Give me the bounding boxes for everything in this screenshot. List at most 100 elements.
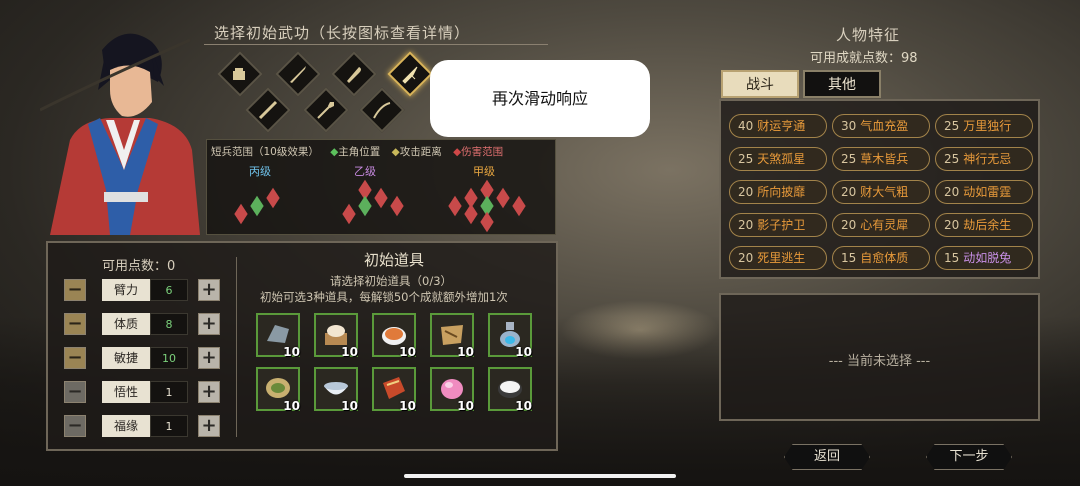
panel-divider bbox=[236, 257, 237, 437]
dagger-icon bbox=[402, 66, 418, 84]
trait-chip[interactable]: 15 自愈体质 bbox=[832, 246, 930, 270]
item-slot[interactable]: 10 bbox=[488, 313, 532, 359]
luck-plus-button[interactable]: + bbox=[198, 415, 220, 437]
trait-chip[interactable]: 25 万里独行 bbox=[935, 114, 1033, 138]
detail-placeholder: --- 当前未选择 --- bbox=[828, 354, 931, 369]
trait-name: 动如脱兔 bbox=[963, 251, 1012, 265]
home-indicator[interactable] bbox=[404, 474, 676, 478]
luck-value: 1 bbox=[150, 415, 188, 437]
trait-chip[interactable]: 25 天煞孤星 bbox=[729, 147, 827, 171]
trait-chip[interactable]: 20 影子护卫 bbox=[729, 213, 827, 237]
agility-label: 敏捷 bbox=[102, 347, 150, 369]
tab-other[interactable]: 其他 bbox=[803, 70, 881, 98]
item-slot[interactable]: 10 bbox=[256, 367, 300, 413]
strength-value: 6 bbox=[150, 279, 188, 301]
item-slot[interactable]: 10 bbox=[372, 367, 416, 413]
item-count: 10 bbox=[515, 399, 532, 413]
comprehension-label: 悟性 bbox=[102, 381, 150, 403]
trait-chip[interactable]: 15 动如脱兔 bbox=[935, 246, 1033, 270]
staff-icon bbox=[258, 100, 278, 120]
trait-chip[interactable]: 20 心有灵犀 bbox=[832, 213, 930, 237]
tab-combat[interactable]: 战斗 bbox=[721, 70, 799, 98]
trait-chip[interactable]: 25 神行无忌 bbox=[935, 147, 1033, 171]
trait-chip[interactable]: 40 财运亨通 bbox=[729, 114, 827, 138]
legend-self-pos-label: 主角位置 bbox=[338, 146, 381, 158]
trait-chip[interactable]: 20 劫后余生 bbox=[935, 213, 1033, 237]
item-slot[interactable]: 10 bbox=[430, 367, 474, 413]
trait-name: 天煞孤星 bbox=[757, 152, 806, 166]
skill-dagger-selected[interactable] bbox=[387, 51, 433, 97]
trait-name: 财运亨通 bbox=[757, 119, 806, 133]
trait-cost: 25 bbox=[738, 152, 754, 166]
item-slot[interactable]: 10 bbox=[314, 313, 358, 359]
legend-dmg-range-label: 伤害范围 bbox=[461, 146, 504, 158]
skills-panel-title: 选择初始武功（长按图标查看详情） bbox=[214, 24, 471, 42]
trait-name: 自愈体质 bbox=[860, 251, 909, 265]
items-title: 初始道具 bbox=[364, 251, 425, 269]
range-cell bbox=[390, 195, 404, 217]
trait-cost: 20 bbox=[944, 185, 960, 199]
trait-cost: 20 bbox=[738, 218, 754, 232]
range-cell bbox=[374, 187, 388, 209]
spear-icon bbox=[317, 102, 334, 119]
available-points-label: 可用点数：0 bbox=[102, 259, 176, 274]
next-button[interactable]: 下一步 bbox=[926, 444, 1012, 470]
legend-dmg-range: ◆伤害范围 bbox=[453, 146, 503, 158]
trait-name: 气血充盈 bbox=[860, 119, 909, 133]
skill-whip[interactable] bbox=[359, 87, 405, 133]
achievement-points: 可用成就点数：98 bbox=[810, 51, 918, 66]
item-slot[interactable]: 10 bbox=[372, 313, 416, 359]
skill-blade[interactable] bbox=[331, 51, 377, 97]
trait-name: 劫后余生 bbox=[963, 218, 1012, 232]
legend-atk-dist: ◆攻击距离 bbox=[392, 146, 442, 158]
comprehension-plus-button[interactable]: + bbox=[198, 381, 220, 403]
agility-plus-button[interactable]: + bbox=[198, 347, 220, 369]
skill-fist[interactable] bbox=[217, 51, 263, 97]
traits-title: 人物特征 bbox=[836, 26, 901, 44]
item-slot[interactable]: 10 bbox=[430, 313, 474, 359]
comprehension-minus-button[interactable]: − bbox=[64, 381, 86, 403]
agility-minus-button[interactable]: − bbox=[64, 347, 86, 369]
item-count: 10 bbox=[341, 399, 358, 413]
yellow-diamond-icon: ◆ bbox=[391, 146, 400, 158]
trait-name: 草木皆兵 bbox=[860, 152, 909, 166]
item-count: 10 bbox=[283, 345, 300, 359]
legend-atk-dist-label: 攻击距离 bbox=[399, 146, 442, 158]
constitution-minus-button[interactable]: − bbox=[64, 313, 86, 335]
trait-detail-panel: --- 当前未选择 --- bbox=[719, 293, 1040, 421]
skill-spear[interactable] bbox=[303, 87, 349, 133]
strength-minus-button[interactable]: − bbox=[64, 279, 86, 301]
item-slot[interactable]: 10 bbox=[488, 367, 532, 413]
strength-plus-button[interactable]: + bbox=[198, 279, 220, 301]
trait-name: 所向披靡 bbox=[757, 185, 806, 199]
luck-label: 福缘 bbox=[102, 415, 150, 437]
item-slot[interactable]: 10 bbox=[256, 313, 300, 359]
back-button[interactable]: 返回 bbox=[784, 444, 870, 470]
legend-self-pos: ◆主角位置 bbox=[330, 146, 380, 158]
red-diamond-icon: ◆ bbox=[453, 146, 462, 158]
skills-title-divider bbox=[204, 44, 548, 45]
item-count: 10 bbox=[283, 399, 300, 413]
trait-chip[interactable]: 30 气血充盈 bbox=[832, 114, 930, 138]
agility-value: 10 bbox=[150, 347, 188, 369]
skill-staff[interactable] bbox=[245, 87, 291, 133]
trait-chip[interactable]: 20 所向披靡 bbox=[729, 180, 827, 204]
trait-chip[interactable]: 20 财大气粗 bbox=[832, 180, 930, 204]
level-b-label: 乙级 bbox=[354, 165, 376, 178]
luck-minus-button[interactable]: − bbox=[64, 415, 86, 437]
item-slot[interactable]: 10 bbox=[314, 367, 358, 413]
trait-chip[interactable]: 20 死里逃生 bbox=[729, 246, 827, 270]
trait-name: 死里逃生 bbox=[757, 251, 806, 265]
range-cell bbox=[250, 195, 264, 217]
trait-chip[interactable]: 20 动如雷霆 bbox=[935, 180, 1033, 204]
range-cell bbox=[342, 203, 356, 225]
range-legend-title: 短兵范围（10级效果） bbox=[211, 146, 319, 158]
trait-name: 万里独行 bbox=[963, 119, 1012, 133]
constitution-plus-button[interactable]: + bbox=[198, 313, 220, 335]
skill-sword[interactable] bbox=[275, 51, 321, 97]
trait-chip[interactable]: 25 草木皆兵 bbox=[832, 147, 930, 171]
trait-name: 影子护卫 bbox=[757, 218, 806, 232]
trait-cost: 20 bbox=[738, 185, 754, 199]
trait-cost: 20 bbox=[841, 185, 857, 199]
range-cell bbox=[512, 195, 526, 217]
